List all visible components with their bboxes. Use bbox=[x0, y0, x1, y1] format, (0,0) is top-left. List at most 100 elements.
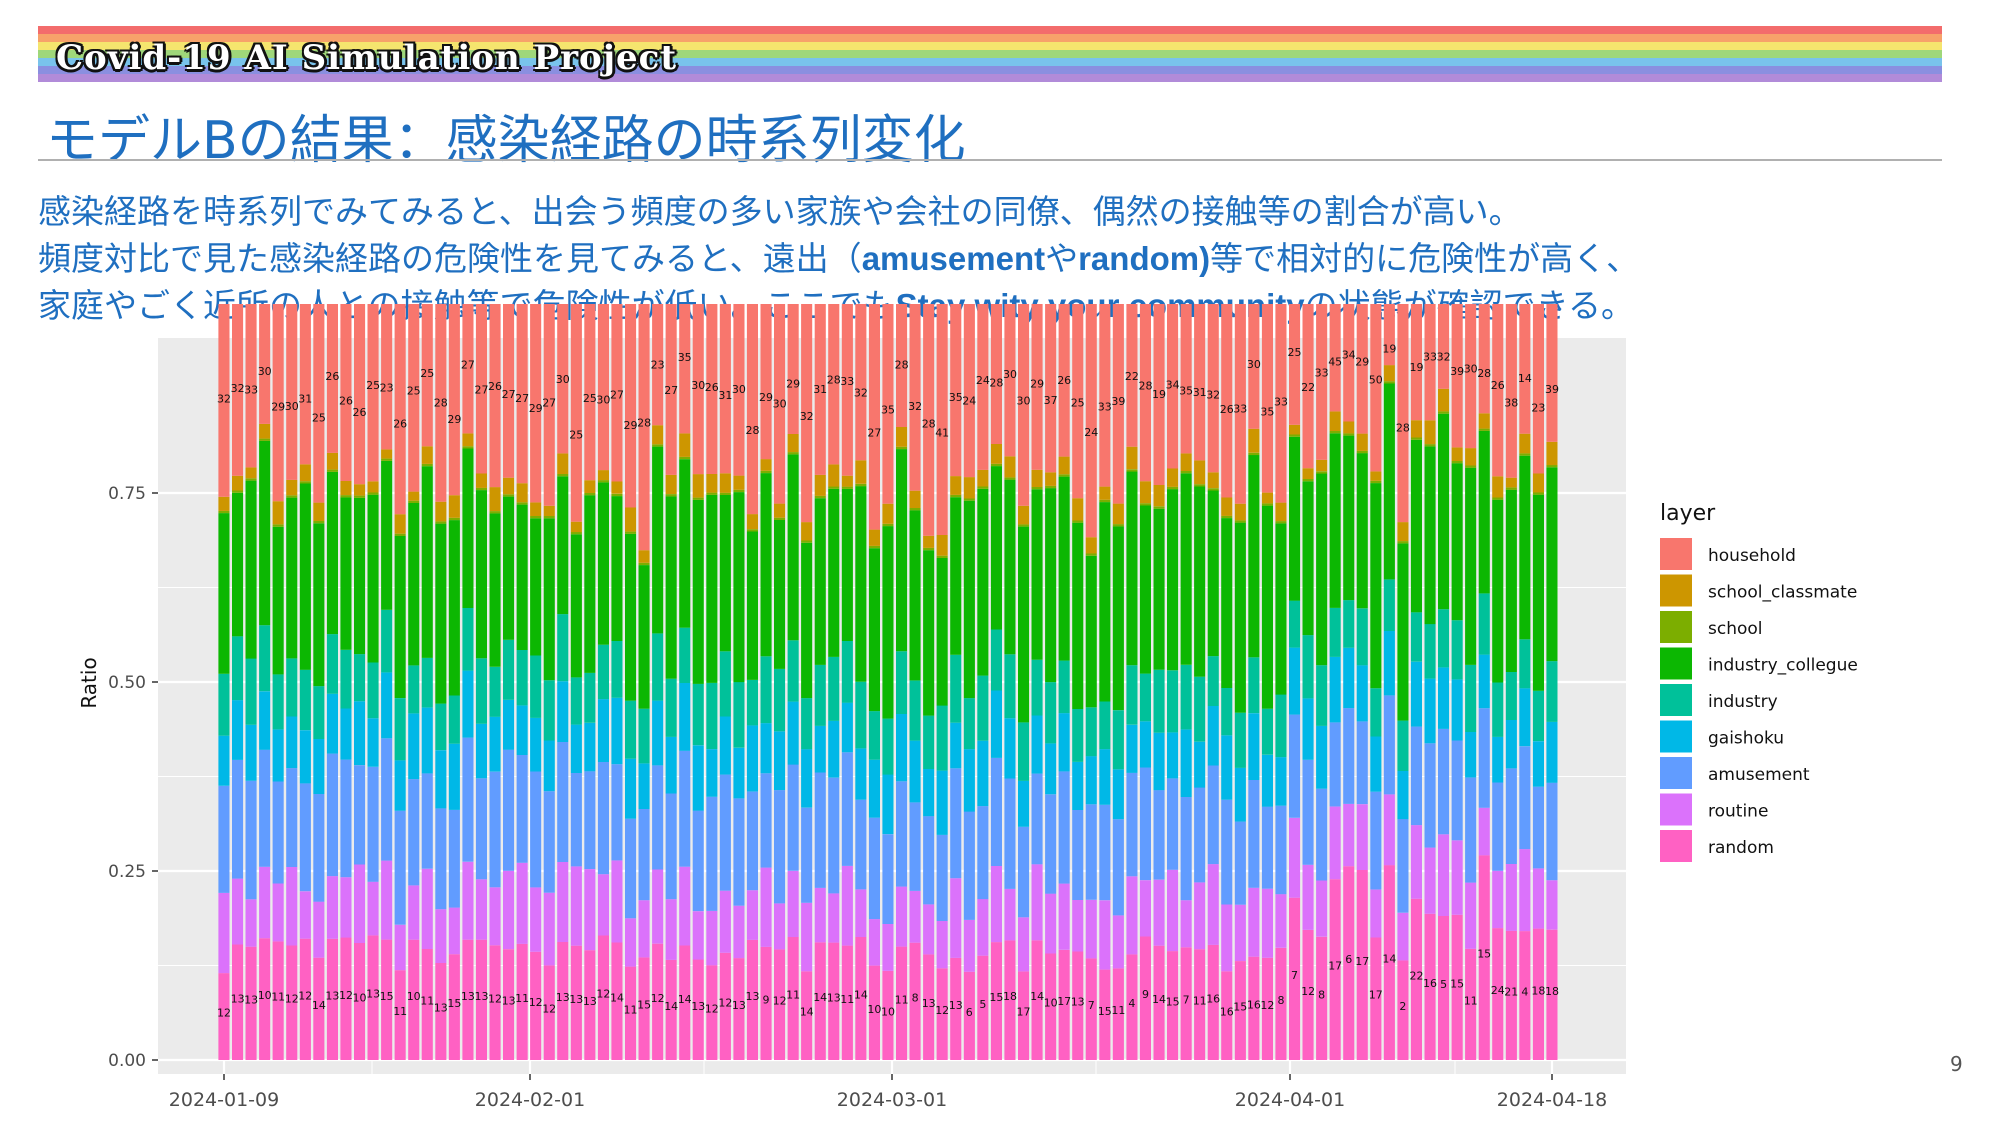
bar-segment-routine bbox=[394, 924, 406, 971]
bar-segment-amusement bbox=[1085, 804, 1097, 900]
bar-segment-school bbox=[1505, 487, 1517, 490]
bar-segment-school-classmate bbox=[1505, 477, 1517, 488]
bar-label-random: 14 bbox=[1030, 990, 1044, 1003]
bar-label-random: 8 bbox=[1318, 988, 1325, 1001]
bar-segment-gaishoku bbox=[625, 758, 637, 819]
bar-segment-industry bbox=[1383, 579, 1395, 631]
bar-segment-routine bbox=[597, 874, 609, 936]
bar-segment-routine bbox=[977, 899, 989, 956]
bar-segment-industry bbox=[625, 700, 637, 759]
bar-segment-industry-collegue bbox=[435, 523, 447, 704]
bar-segment-gaishoku bbox=[1194, 741, 1206, 788]
bar-segment-gaishoku bbox=[1085, 756, 1097, 805]
bar-segment-amusement bbox=[1302, 759, 1314, 865]
bar-segment-industry-collegue bbox=[923, 550, 935, 716]
bar-segment-routine bbox=[896, 886, 908, 947]
bar-label-random: 12 bbox=[651, 992, 665, 1005]
bar-segment-school bbox=[814, 495, 826, 499]
bar-label-random: 10 bbox=[407, 990, 421, 1003]
bar-label-random: 6 bbox=[966, 1006, 973, 1019]
bar-label-random: 12 bbox=[529, 996, 543, 1009]
bar-segment-school-classmate bbox=[245, 467, 257, 479]
bar-segment-industry-collegue bbox=[1248, 455, 1260, 658]
bar-segment-school-classmate bbox=[1194, 460, 1206, 485]
bar-segment-amusement bbox=[516, 755, 528, 863]
bar-segment-amusement bbox=[354, 765, 366, 865]
bar-segment-industry-collegue bbox=[326, 471, 338, 635]
bar-segment-industry bbox=[1492, 682, 1504, 737]
bar-segment-school-classmate bbox=[1370, 471, 1382, 481]
bar-segment-gaishoku bbox=[692, 745, 704, 811]
bar-segment-school-classmate bbox=[665, 474, 677, 494]
bar-segment-industry-collegue bbox=[801, 542, 813, 699]
bar-label-random: 12 bbox=[298, 989, 312, 1002]
bar-segment-industry bbox=[543, 680, 555, 741]
bar-label-random: 5 bbox=[1440, 978, 1447, 991]
bar-segment-industry-collegue bbox=[1207, 490, 1219, 657]
bar-segment-industry bbox=[1465, 665, 1477, 732]
bar-segment-gaishoku bbox=[1410, 661, 1422, 727]
bar-segment-gaishoku bbox=[584, 722, 596, 772]
bar-segment-routine bbox=[1370, 889, 1382, 938]
bar-segment-amusement bbox=[462, 737, 474, 862]
bar-segment-amusement bbox=[1248, 780, 1260, 888]
bar-segment-gaishoku bbox=[1546, 721, 1558, 783]
bar-segment-routine bbox=[841, 865, 853, 946]
bar-segment-amusement bbox=[1045, 794, 1057, 894]
bar-segment-gaishoku bbox=[1424, 678, 1436, 744]
bar-label-random: 11 bbox=[1193, 995, 1207, 1008]
bar-label-household: 27 bbox=[542, 397, 556, 410]
bar-segment-gaishoku bbox=[448, 743, 460, 810]
bar-segment-industry-collegue bbox=[855, 486, 867, 682]
bar-segment-school-classmate bbox=[760, 459, 772, 471]
bar-label-random: 12 bbox=[1301, 985, 1315, 998]
bar-segment-school bbox=[963, 498, 975, 501]
bar-segment-school-classmate bbox=[381, 449, 393, 459]
bar-segment-routine bbox=[1085, 899, 1097, 959]
bar-segment-industry bbox=[1221, 688, 1233, 736]
bar-segment-household bbox=[1546, 304, 1558, 442]
bar-segment-routine bbox=[421, 868, 433, 949]
bar-segment-school bbox=[1356, 450, 1368, 454]
bar-segment-routine bbox=[489, 887, 501, 946]
bar-label-random: 11 bbox=[840, 993, 854, 1006]
bar-segment-school bbox=[936, 555, 948, 558]
bar-segment-school-classmate bbox=[1221, 497, 1233, 516]
bar-segment-school bbox=[1492, 497, 1504, 500]
bar-segment-amusement bbox=[1546, 782, 1558, 881]
bar-segment-amusement bbox=[1329, 722, 1341, 807]
bar-segment-industry bbox=[801, 698, 813, 750]
bar-segment-amusement bbox=[570, 773, 582, 867]
bar-segment-industry bbox=[1085, 707, 1097, 757]
bar-segment-industry bbox=[475, 658, 487, 724]
bar-label-random: 22 bbox=[1410, 969, 1424, 982]
bar-segment-school-classmate bbox=[719, 473, 731, 493]
bar-segment-school bbox=[841, 486, 853, 489]
bar-segment-school-classmate bbox=[1207, 472, 1219, 489]
bar-label-household: 34 bbox=[1166, 379, 1180, 392]
bar-segment-school-classmate bbox=[516, 483, 528, 503]
bar-segment-routine bbox=[462, 861, 474, 940]
bar-segment-amusement bbox=[896, 781, 908, 887]
bar-segment-industry-collegue bbox=[896, 449, 908, 652]
bar-segment-gaishoku bbox=[855, 748, 867, 800]
bar-segment-school bbox=[1045, 485, 1057, 489]
bar-segment-school bbox=[1370, 480, 1382, 484]
bar-segment-routine bbox=[1194, 882, 1206, 950]
bar-segment-industry bbox=[1004, 654, 1016, 719]
bar-segment-routine bbox=[340, 877, 352, 938]
bar-segment-industry-collegue bbox=[625, 533, 637, 701]
bar-segment-industry-collegue bbox=[774, 520, 786, 669]
bar-label-random: 17 bbox=[1057, 995, 1071, 1008]
bar-segment-amusement bbox=[1343, 708, 1355, 804]
bar-segment-gaishoku bbox=[597, 699, 609, 762]
bar-label-household: 30 bbox=[1003, 368, 1017, 381]
bar-segment-industry bbox=[1099, 701, 1111, 750]
bar-segment-industry-collegue bbox=[977, 488, 989, 676]
bar-segment-industry bbox=[232, 636, 244, 701]
bar-segment-household bbox=[679, 304, 691, 434]
bar-segment-industry-collegue bbox=[462, 448, 474, 608]
bar-label-random: 16 bbox=[1423, 977, 1437, 990]
bar-label-household: 35 bbox=[949, 391, 963, 404]
bar-segment-amusement bbox=[814, 772, 826, 888]
